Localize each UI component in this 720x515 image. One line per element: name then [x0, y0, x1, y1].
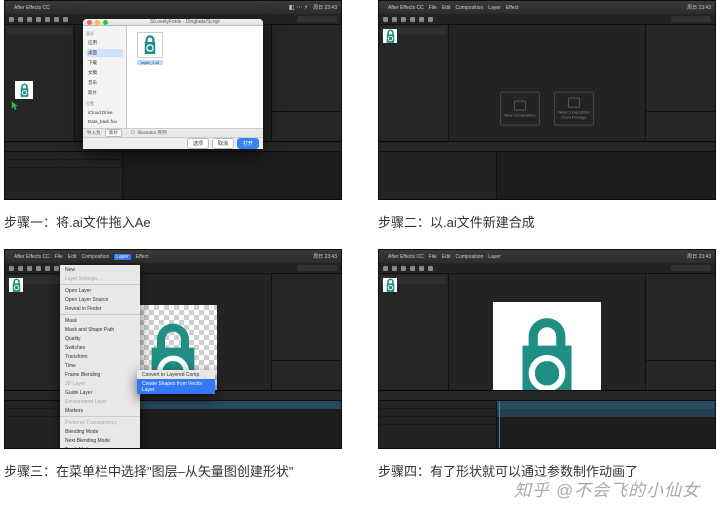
tool-hand-icon[interactable]	[18, 17, 23, 22]
menu-item[interactable]: Next Blending Mode	[60, 436, 140, 445]
caption-step4: 步骤四：有了形状就可以通过参数制作动画了	[378, 461, 716, 480]
menu-item: Convert to Layered Comp	[137, 370, 215, 379]
sidebar-item[interactable]: 文稿	[86, 69, 123, 77]
menu-item[interactable]: Markers	[60, 406, 140, 415]
new-composition-tile[interactable]: New Composition	[500, 92, 540, 126]
menu-item[interactable]: New	[60, 265, 140, 274]
layer-submenu-create: Convert to Layered Comp Create Shapes fr…	[137, 370, 215, 394]
menu-item[interactable]: Mask	[60, 316, 140, 325]
sidebar-item[interactable]: 音乐	[86, 79, 123, 87]
menu-item[interactable]: Time	[60, 361, 140, 370]
close-icon[interactable]	[87, 20, 92, 25]
menu-item: 3D Layer	[60, 379, 140, 388]
ae-toolbar	[5, 263, 341, 274]
step-3: After Effects CC File Edit Composition L…	[4, 249, 342, 480]
new-comp-from-footage-tile[interactable]: New Composition From Footage	[554, 92, 594, 126]
screenshot-4: After Effects CC File Edit Composition L…	[378, 249, 716, 449]
timeline-panel[interactable]	[379, 390, 715, 448]
menu-item[interactable]: Frame Blending	[60, 370, 140, 379]
screenshot-3: After Effects CC File Edit Composition L…	[4, 249, 342, 449]
sidebar-item[interactable]: iCloud Drive	[86, 109, 123, 116]
sidebar-item[interactable]: 下载	[86, 59, 123, 67]
step-1: After Effects CC ◧ ⋯ ⚡︎ 周日 23:43	[4, 0, 342, 231]
finder-file-area[interactable]: layer_1.ai	[127, 26, 263, 128]
screenshot-2: After Effects CC File Edit Composition L…	[378, 0, 716, 200]
menu-item: Environment Layer	[60, 397, 140, 406]
tool-pen-icon[interactable]	[54, 17, 59, 22]
dialog-title: 5/LovelyFonts - Dingbats/Script	[111, 19, 259, 25]
footage-icon	[568, 98, 580, 108]
open-button[interactable]: 打开	[237, 138, 259, 149]
menu-item[interactable]: Blending Mode	[60, 427, 140, 436]
menu-item-create-shapes[interactable]: Create Shapes from Vector Layer	[137, 379, 215, 394]
import-as-label: 导入为:	[87, 130, 102, 136]
macos-menubar: After Effects CC ◧ ⋯ ⚡︎ 周日 23:43	[5, 1, 341, 14]
help-search[interactable]	[297, 16, 337, 22]
project-thumbnail[interactable]	[383, 29, 397, 43]
new-comp-icon	[514, 100, 526, 110]
menu-item[interactable]: Track Matte	[60, 445, 140, 449]
menu-item[interactable]: Quality	[60, 334, 140, 343]
project-thumbnail[interactable]	[383, 278, 397, 292]
tool-text-icon[interactable]	[63, 17, 68, 22]
sidebar-item[interactable]: Data_back.fou	[86, 118, 123, 125]
menubar-status-icons: ◧ ⋯ ⚡︎	[289, 4, 308, 11]
caption-step1: 步骤一：将.ai文件拖入Ae	[4, 212, 342, 231]
minimize-icon[interactable]	[95, 20, 100, 25]
tool-shape-icon[interactable]	[45, 17, 50, 22]
menu-item[interactable]: Transform	[60, 352, 140, 361]
menu-item[interactable]: Mask and Shape Path	[60, 325, 140, 334]
sidebar-item[interactable]: 桌面	[86, 49, 123, 57]
timeline-panel[interactable]	[379, 141, 715, 199]
tool-selection-icon[interactable]	[9, 17, 14, 22]
menubar-appname: After Effects CC	[14, 5, 50, 11]
cursor-icon	[11, 101, 19, 111]
cancel-button[interactable]: 取消	[212, 138, 234, 149]
project-item-lock-ai[interactable]	[15, 81, 33, 99]
options-button[interactable]: 选项	[187, 138, 209, 149]
timeline-panel[interactable]	[5, 390, 341, 448]
zoom-icon[interactable]	[103, 20, 108, 25]
finder-sidebar: 喜好 应用 桌面 下载 文稿 音乐 影片 位置 iCloud Drive Dat…	[83, 26, 127, 128]
tool-zoom-icon[interactable]	[27, 17, 32, 22]
menu-item[interactable]: Open Layer Source	[60, 295, 140, 304]
step-2: After Effects CC File Edit Composition L…	[378, 0, 716, 231]
sequence-checkbox-label[interactable]: Illustrator 序列	[138, 130, 167, 136]
macos-menubar: After Effects CC File Edit Composition L…	[5, 250, 341, 263]
menu-item[interactable]: Guide Layer	[60, 388, 140, 397]
timeline-panel[interactable]	[5, 141, 341, 199]
menu-item[interactable]: Switches	[60, 343, 140, 352]
caption-step3: 步骤三：在菜单栏中选择"图层–从矢量图创建形状"	[4, 461, 342, 480]
tool-rotate-icon[interactable]	[36, 17, 41, 22]
caption-step2: 步骤二：以.ai文件新建合成	[378, 212, 716, 231]
import-as-select[interactable]: 素材	[105, 129, 122, 137]
menu-item: Layer Settings…	[60, 274, 140, 283]
menubar-clock: 周日 23:43	[313, 4, 337, 11]
file-item-ai[interactable]: layer_1.ai	[137, 32, 163, 65]
ae-toolbar	[379, 263, 715, 274]
menu-item[interactable]: Open Layer	[60, 286, 140, 295]
menu-item[interactable]: Reveal in Finder	[60, 304, 140, 313]
project-thumbnail[interactable]	[9, 278, 23, 292]
macos-menubar: After Effects CC File Edit Composition L…	[379, 1, 715, 14]
step-4: After Effects CC File Edit Composition L…	[378, 249, 716, 480]
sidebar-item[interactable]: 影片	[86, 89, 123, 97]
menu-layer-open[interactable]: Layer	[114, 254, 131, 260]
layer-menu: New Layer Settings… Open Layer Open Laye…	[60, 265, 140, 449]
macos-menubar: After Effects CC File Edit Composition L…	[379, 250, 715, 263]
import-file-dialog: 5/LovelyFonts - Dingbats/Script 喜好 应用 桌面…	[83, 19, 263, 149]
sidebar-item[interactable]: 应用	[86, 39, 123, 47]
menu-item: Preserve Transparency	[60, 418, 140, 427]
screenshot-1: After Effects CC ◧ ⋯ ⚡︎ 周日 23:43	[4, 0, 342, 200]
ae-toolbar	[379, 14, 715, 25]
